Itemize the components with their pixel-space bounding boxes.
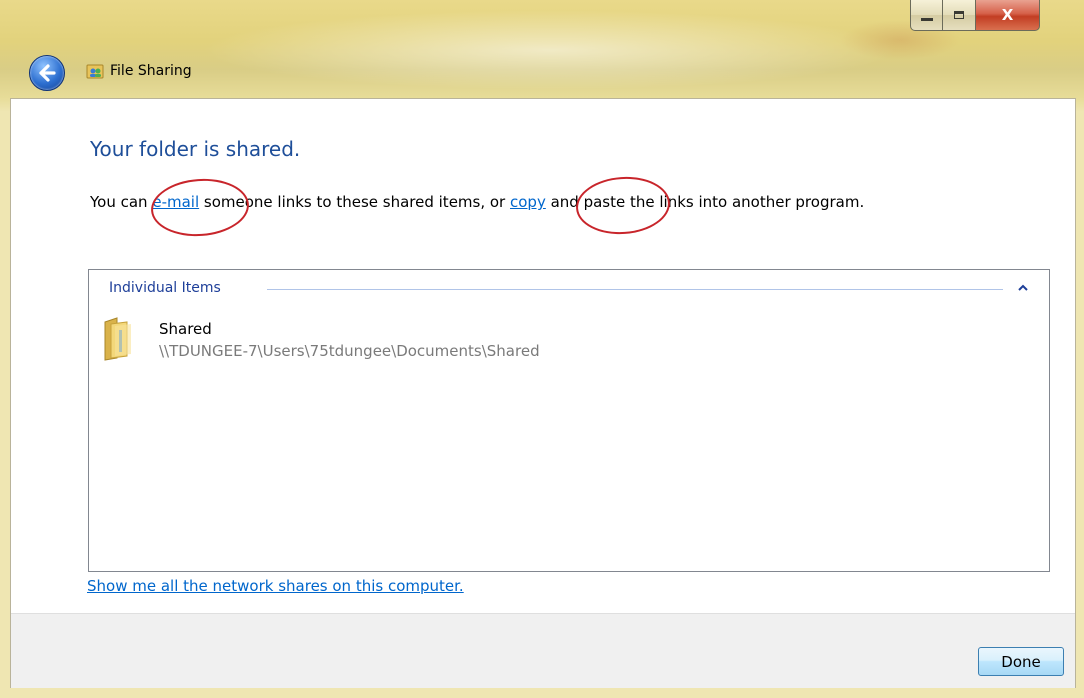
description-part-3: and paste the links into another program… — [545, 193, 865, 211]
maximize-button[interactable] — [943, 0, 976, 31]
email-link[interactable]: e-mail — [152, 193, 199, 211]
minimize-button[interactable] — [910, 0, 943, 31]
shared-items-list: Individual Items Shared \\TDUNGEE-7\User… — [88, 269, 1050, 572]
page-heading: Your folder is shared. — [90, 137, 301, 161]
description-part-2: someone links to these shared items, or — [199, 193, 510, 211]
content-panel: Your folder is shared. You can e-mail so… — [10, 98, 1076, 688]
chevron-up-icon — [1018, 284, 1028, 291]
description-text: You can e-mail someone links to these sh… — [90, 193, 864, 211]
folder-icon — [104, 317, 131, 361]
collapse-group-button[interactable] — [1015, 279, 1031, 295]
group-divider — [267, 289, 1003, 290]
caption-buttons: X — [910, 0, 1040, 32]
copy-link[interactable]: copy — [510, 193, 546, 211]
minimize-icon — [920, 17, 933, 21]
show-network-shares-link[interactable]: Show me all the network shares on this c… — [87, 577, 464, 595]
done-button[interactable]: Done — [978, 647, 1064, 676]
file-sharing-window: X File Sharing Your folder is shared. Yo… — [0, 0, 1084, 698]
shared-item-path: \\TDUNGEE-7\Users\75tdungee\Documents\Sh… — [159, 342, 540, 360]
close-icon: X — [1001, 6, 1014, 24]
footer-bar — [11, 613, 1075, 688]
description-part-1: You can — [90, 193, 153, 211]
shared-item-name[interactable]: Shared — [159, 320, 212, 338]
glass-background — [200, 10, 900, 90]
window-title: File Sharing — [110, 63, 192, 79]
file-sharing-icon — [86, 64, 104, 79]
close-button[interactable]: X — [976, 0, 1040, 31]
back-arrow-icon — [39, 64, 56, 82]
back-button[interactable] — [29, 55, 65, 91]
maximize-icon — [954, 11, 964, 19]
group-header-individual-items: Individual Items — [109, 280, 221, 296]
